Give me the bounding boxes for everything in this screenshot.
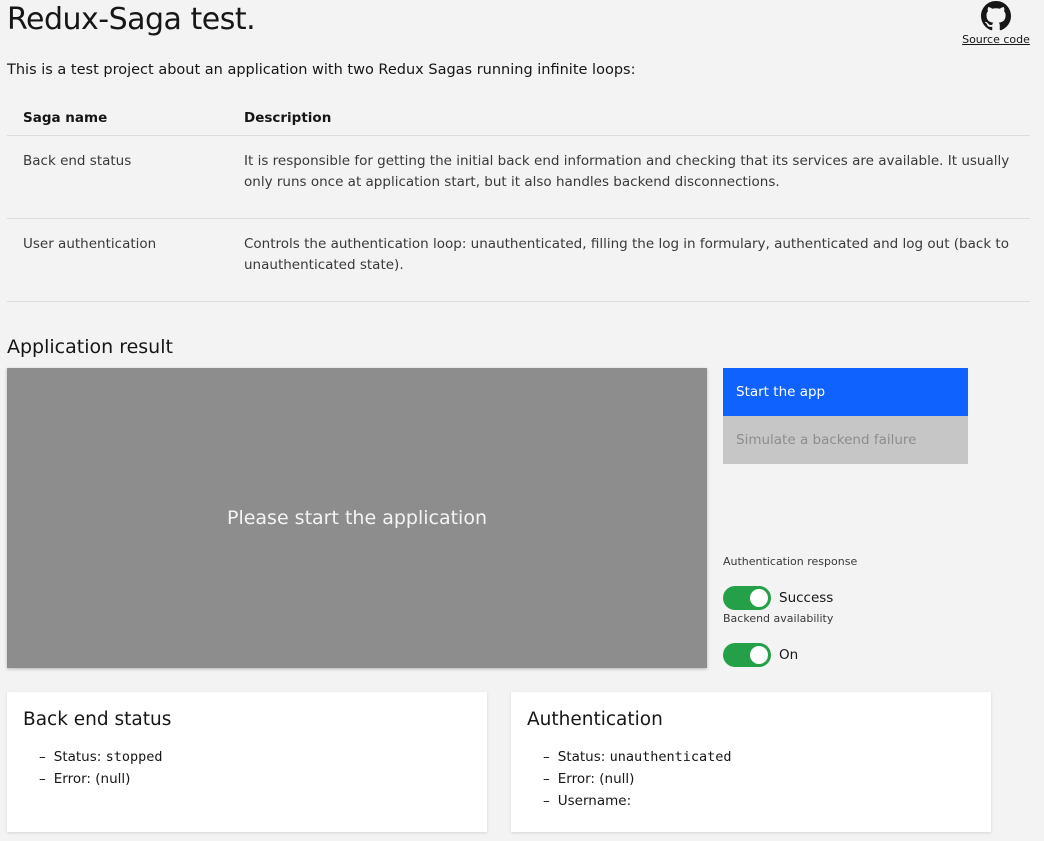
authentication-list: – Status: unauthenticated – Error: (null) … [527, 746, 975, 812]
list-item: – Error: (null) [543, 771, 635, 787]
error-value: (null) [599, 771, 635, 787]
table-row: User authentication Controls the authent… [7, 218, 1030, 302]
saga-name-cell: User authentication [7, 218, 228, 302]
list-item: – Status: unauthenticated [543, 749, 732, 765]
backend-availability-toggle[interactable]: On [723, 643, 798, 667]
backend-availability-state: On [779, 647, 799, 663]
error-label: Error: [557, 771, 595, 787]
page-title: Redux-Saga test. [7, 2, 256, 37]
application-display: Please start the application [7, 368, 707, 668]
list-item: – Status: stopped [39, 749, 163, 765]
github-icon [981, 1, 1011, 31]
list-item: – Error: (null) [39, 771, 131, 787]
backend-status-card: Back end status – Status: stopped – Error:… [7, 692, 487, 832]
error-value: (null) [95, 771, 131, 787]
authentication-card: Authentication – Status: unauthenticated … [511, 692, 991, 832]
list-item: – Username: [543, 793, 632, 809]
toggle-track[interactable] [723, 586, 771, 610]
source-code-link[interactable]: Source code [958, 0, 1034, 46]
auth-response-state: Success [779, 590, 834, 606]
toggle-knob [750, 646, 768, 664]
intro-text: This is a test project about an applicat… [7, 62, 636, 78]
status-label: Status: [53, 749, 102, 765]
column-header: Description [228, 101, 1030, 136]
username-label: Username: [557, 793, 632, 809]
backend-status-list: – Status: stopped – Error: (null) [23, 746, 471, 790]
backend-status-card-title: Back end status [23, 709, 172, 730]
auth-response-toggle[interactable]: Success [723, 586, 833, 610]
table-header-row: Saga name Description [7, 101, 1030, 136]
toggle-track[interactable] [723, 643, 771, 667]
backend-availability-label: Backend availability [723, 612, 834, 625]
toggle-knob [750, 589, 768, 607]
source-code-label: Source code [962, 33, 1030, 46]
error-label: Error: [53, 771, 91, 787]
status-label: Status: [557, 749, 606, 765]
start-app-button[interactable]: Start the app [723, 368, 968, 416]
saga-description-cell: It is responsible for getting the initia… [228, 135, 1030, 219]
application-result-title: Application result [7, 336, 173, 358]
saga-name-cell: Back end status [7, 135, 228, 219]
saga-description-cell: Controls the authentication loop: unauth… [228, 218, 1030, 302]
column-header: Saga name [7, 101, 228, 136]
authentication-card-title: Authentication [527, 709, 663, 730]
auth-response-label: Authentication response [723, 555, 858, 568]
simulate-backend-failure-button[interactable]: Simulate a backend failure [723, 416, 968, 464]
status-value: stopped [105, 749, 163, 765]
sagas-table: Saga name Description Back end status It… [7, 101, 1030, 302]
status-value: unauthenticated [609, 749, 732, 765]
application-placeholder: Please start the application [226, 507, 488, 529]
table-row: Back end status It is responsible for ge… [7, 135, 1030, 219]
